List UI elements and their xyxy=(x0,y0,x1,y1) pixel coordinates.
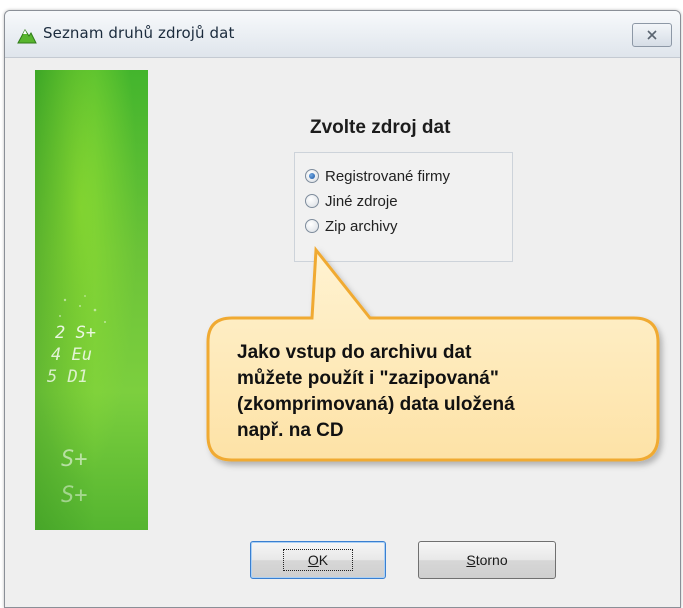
cancel-rest: torno xyxy=(475,552,508,568)
radio-unchecked-icon[interactable] xyxy=(305,219,319,233)
callout-line: Jako vstup do archivu dat xyxy=(237,342,472,363)
close-button[interactable] xyxy=(632,23,672,47)
side-banner-image: 2 S+ 4 Eu 5 D1 S+ S+ xyxy=(35,70,148,530)
title-bar[interactable]: Seznam druhů zdrojů dat xyxy=(5,11,680,58)
option-label: Jiné zdroje xyxy=(325,192,398,210)
ok-rest: K xyxy=(318,552,329,568)
banner-text-1: 2 S+ xyxy=(55,323,96,343)
option-other-sources[interactable]: Jiné zdroje xyxy=(305,190,398,212)
option-label: Registrované firmy xyxy=(325,167,451,185)
callout-line: např. na CD xyxy=(237,420,344,441)
callout-text: Jako vstup do archivu dat můžete použít … xyxy=(237,340,647,444)
section-heading: Zvolte zdroj dat xyxy=(310,117,451,138)
banner-text-5: S+ xyxy=(61,483,88,508)
ok-mnemonic: O xyxy=(307,552,319,568)
option-registered-firms[interactable]: Registrované firmy xyxy=(305,165,450,187)
close-icon xyxy=(647,30,657,40)
callout-line: (zkomprimovaná) data uložená xyxy=(237,394,515,415)
banner-text-4: S+ xyxy=(61,447,88,472)
option-zip-archives[interactable]: Zip archivy xyxy=(305,215,398,237)
banner-text-2: 4 Eu xyxy=(51,345,92,365)
banner-text-3: 5 D1 xyxy=(47,367,88,387)
cancel-mnemonic: S xyxy=(466,552,476,568)
data-source-group: Registrované firmy Jiné zdroje Zip archi… xyxy=(294,152,513,262)
cancel-button-label: Storno xyxy=(466,552,507,568)
option-label: Zip archivy xyxy=(325,217,398,235)
radio-checked-icon[interactable] xyxy=(305,169,319,183)
cancel-button[interactable]: Storno xyxy=(418,541,556,579)
callout-line: můžete použít i "zazipovaná" xyxy=(237,368,499,389)
app-mountain-icon xyxy=(17,25,37,45)
window-title: Seznam druhů zdrojů dat xyxy=(43,24,235,42)
radio-unchecked-icon[interactable] xyxy=(305,194,319,208)
ok-button-label: OK xyxy=(282,549,354,571)
ok-button[interactable]: OK xyxy=(250,541,386,579)
